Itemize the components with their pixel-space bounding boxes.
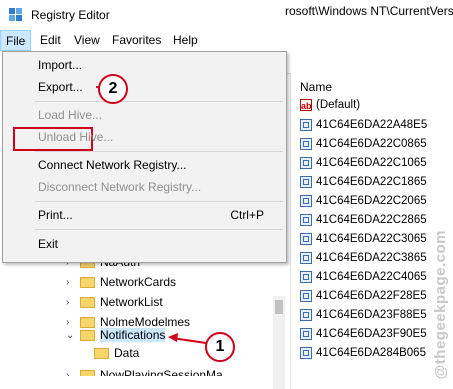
annotation-arrows	[95, 86, 207, 344]
step-2-badge: 2	[98, 74, 128, 104]
step-1-badge: 1	[205, 332, 235, 362]
